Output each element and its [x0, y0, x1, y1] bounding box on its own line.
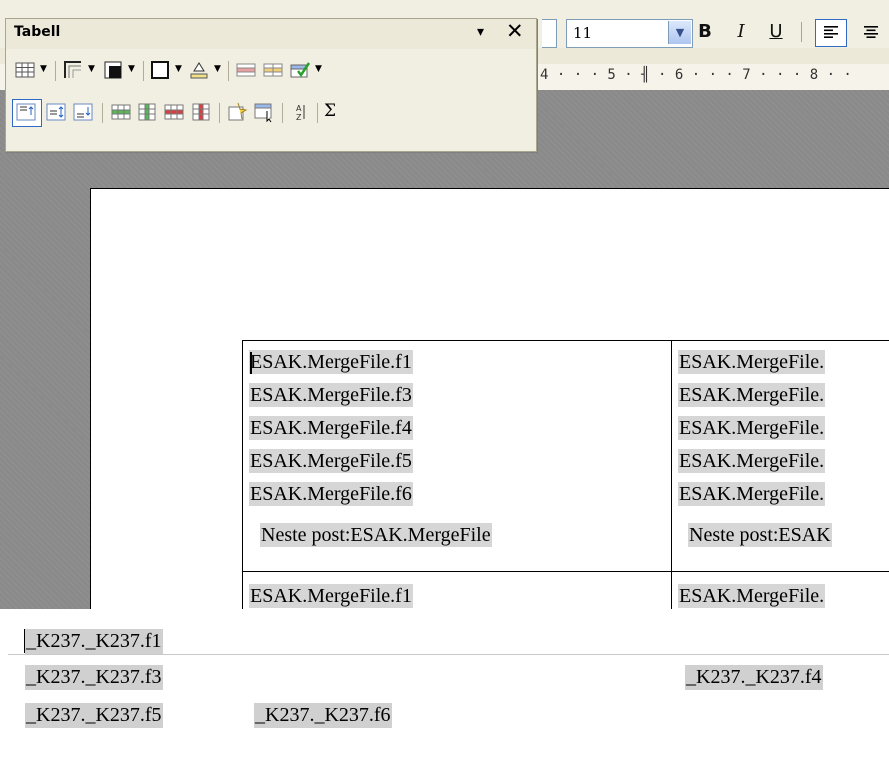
text-cursor: [250, 352, 252, 374]
table-toolbar-panel[interactable]: Tabell ▾ ✕ ▼ ▼ ▼ ▼ ▼ ▼ A Z Σ: [5, 18, 537, 152]
select-table-icon[interactable]: [226, 101, 248, 123]
merge-field[interactable]: ESAK.MergeFile.: [678, 584, 826, 608]
merge-field[interactable]: ESAK.MergeFile.f4: [249, 416, 413, 440]
background-color-icon[interactable]: [188, 59, 210, 81]
toolbar-separator: [282, 103, 283, 123]
toolbar-separator: [317, 103, 318, 123]
borders-dropdown-arrow[interactable]: ▼: [88, 64, 95, 74]
table-cell-r2c2[interactable]: ESAK.MergeFile.: [672, 572, 889, 609]
merge-field[interactable]: _K237._K237.f3: [25, 665, 163, 690]
merge-field[interactable]: ESAK.MergeFile.: [678, 449, 826, 473]
align-left-button[interactable]: [815, 19, 847, 47]
field-preview-snippet: _K237._K237.f1 _K237._K237.f3 _K237._K23…: [0, 609, 889, 765]
table-toolbar-row-1: ▼ ▼ ▼ ▼ ▼ ▼: [12, 55, 532, 85]
merge-field[interactable]: ESAK.MergeFile.f1: [249, 350, 413, 374]
next-record-field[interactable]: Neste post:ESAK.MergeFile: [260, 523, 492, 547]
split-cells-icon[interactable]: [262, 59, 284, 81]
select-cell-icon[interactable]: [253, 101, 275, 123]
writer-window: 11 ▼ B I U 4 · · · 5 · ╢ · 6 · · · 7 · ·…: [0, 0, 889, 609]
autoformat-icon[interactable]: [289, 59, 311, 81]
font-name-box-edge[interactable]: [542, 19, 557, 48]
font-size-combobox[interactable]: 11 ▼: [566, 19, 693, 48]
snippet-divider: [8, 654, 889, 655]
merge-field[interactable]: _K237._K237.f1: [25, 629, 163, 654]
table-cell-r1c2[interactable]: ESAK.MergeFile. ESAK.MergeFile. ESAK.Mer…: [672, 340, 889, 571]
toolbar-separator: [228, 61, 229, 81]
chevron-down-icon: ▼: [675, 26, 685, 39]
merge-cells-icon[interactable]: [235, 59, 257, 81]
align-bottom-icon[interactable]: [72, 101, 94, 123]
align-left-icon: [824, 26, 838, 38]
merge-field[interactable]: ESAK.MergeFile.f6: [249, 482, 413, 506]
merge-field[interactable]: ESAK.MergeFile.: [678, 350, 826, 374]
table-cell-r2c1[interactable]: ESAK.MergeFile.f1: [242, 572, 671, 609]
background-color-dropdown-arrow[interactable]: ▼: [214, 64, 221, 74]
merge-table[interactable]: ESAK.MergeFile.f1 ESAK.MergeFile.f3 ESAK…: [242, 340, 889, 609]
border-color-dropdown-arrow[interactable]: ▼: [175, 64, 182, 74]
delete-columns-icon[interactable]: [190, 101, 212, 123]
autoformat-dropdown-arrow[interactable]: ▼: [315, 64, 322, 74]
merge-field[interactable]: ESAK.MergeFile.f3: [249, 383, 413, 407]
merge-field[interactable]: ESAK.MergeFile.: [678, 482, 826, 506]
align-center-vertical-icon[interactable]: [45, 101, 67, 123]
underline-button[interactable]: U: [765, 18, 787, 46]
toolbar-separator: [801, 22, 802, 42]
sum-icon[interactable]: Σ: [324, 101, 336, 121]
insert-rows-icon[interactable]: [110, 101, 132, 123]
table-icon[interactable]: [14, 59, 36, 81]
insert-columns-icon[interactable]: [136, 101, 158, 123]
merge-field[interactable]: ESAK.MergeFile.: [678, 383, 826, 407]
ruler-scale: 4 · · · 5 · ╢ · 6 · · · 7 · · · 8 · ·: [540, 67, 852, 83]
toolbar-separator: [143, 61, 144, 81]
toolbar-separator: [102, 103, 103, 123]
next-record-field[interactable]: Neste post:ESAK: [688, 523, 832, 547]
bold-button[interactable]: B: [693, 18, 717, 46]
sort-icon[interactable]: A Z: [289, 101, 311, 123]
font-size-value: 11: [573, 24, 593, 42]
borders-icon[interactable]: [62, 59, 84, 81]
toolbar-menu-icon[interactable]: ▾: [477, 24, 484, 40]
svg-text:Z: Z: [296, 113, 302, 122]
font-size-dropdown-button[interactable]: ▼: [668, 21, 691, 44]
border-color-icon[interactable]: [149, 59, 171, 81]
close-icon[interactable]: ✕: [506, 19, 524, 43]
merge-field[interactable]: _K237._K237.f6: [254, 703, 392, 728]
toolbar-separator: [55, 61, 56, 81]
align-center-button[interactable]: [858, 18, 884, 46]
merge-field[interactable]: ESAK.MergeFile.f1: [249, 584, 413, 608]
toolbar-separator: [219, 103, 220, 123]
table-dropdown-arrow[interactable]: ▼: [40, 64, 47, 74]
border-style-dropdown-arrow[interactable]: ▼: [128, 64, 135, 74]
table-toolbar-title: Tabell: [14, 24, 61, 40]
merge-field[interactable]: _K237._K237.f5: [25, 703, 163, 728]
table-cell-r1c1[interactable]: ESAK.MergeFile.f1 ESAK.MergeFile.f3 ESAK…: [242, 340, 671, 571]
align-top-icon[interactable]: [15, 101, 37, 123]
merge-field[interactable]: ESAK.MergeFile.f5: [249, 449, 413, 473]
delete-rows-icon[interactable]: [163, 101, 185, 123]
merge-field[interactable]: ESAK.MergeFile.: [678, 416, 826, 440]
table-toolbar-row-2: A Z Σ: [12, 97, 532, 127]
merge-field[interactable]: _K237._K237.f4: [685, 665, 823, 690]
border-style-icon[interactable]: [102, 59, 124, 81]
table-toolbar-titlebar[interactable]: Tabell ▾ ✕: [6, 19, 536, 49]
align-center-icon: [864, 26, 878, 38]
italic-button[interactable]: I: [730, 18, 752, 46]
svg-text:A: A: [296, 104, 302, 113]
